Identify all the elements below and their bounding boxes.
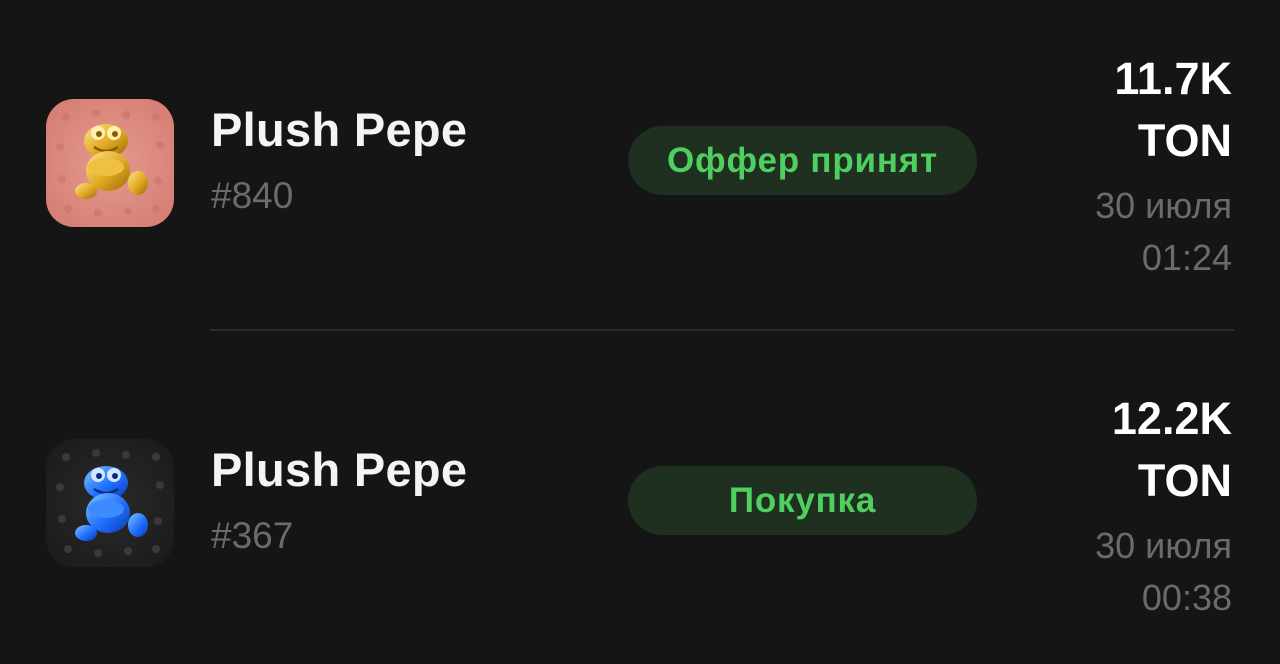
price: 11.7K TON (1114, 48, 1232, 172)
timestamp: 30 июля 01:24 (1095, 180, 1232, 284)
time-label: 00:38 (1141, 577, 1232, 618)
price-amount: 11.7K (1114, 53, 1232, 104)
gold-plush-pepe-icon (46, 99, 174, 227)
time-label: 01:24 (1141, 237, 1232, 278)
date-label: 30 июля (1095, 525, 1232, 566)
timestamp: 30 июля 00:38 (1095, 520, 1232, 624)
status-badge: Оффер принят (628, 126, 977, 195)
list-item[interactable]: Plush Pepe #840 Оффер принят 11.7K TON 3… (0, 0, 1280, 330)
status-badge: Покупка (628, 466, 977, 535)
date-label: 30 июля (1095, 185, 1232, 226)
item-title: Plush Pepe (211, 443, 468, 496)
price-amount: 12.2K (1111, 393, 1232, 444)
item-number: #367 (211, 515, 294, 556)
price-currency: TON (1137, 115, 1232, 166)
list-item[interactable]: Plush Pepe #367 Покупка 12.2K TON 30 июл… (0, 340, 1280, 664)
divider (210, 329, 1234, 331)
item-title: Plush Pepe (211, 103, 468, 156)
price: 12.2K TON (1112, 388, 1232, 512)
item-number: #840 (211, 175, 294, 216)
transaction-list: Plush Pepe #840 Оффер принят 11.7K TON 3… (0, 0, 1280, 664)
blue-plush-pepe-icon (46, 439, 174, 567)
price-currency: TON (1137, 455, 1232, 506)
